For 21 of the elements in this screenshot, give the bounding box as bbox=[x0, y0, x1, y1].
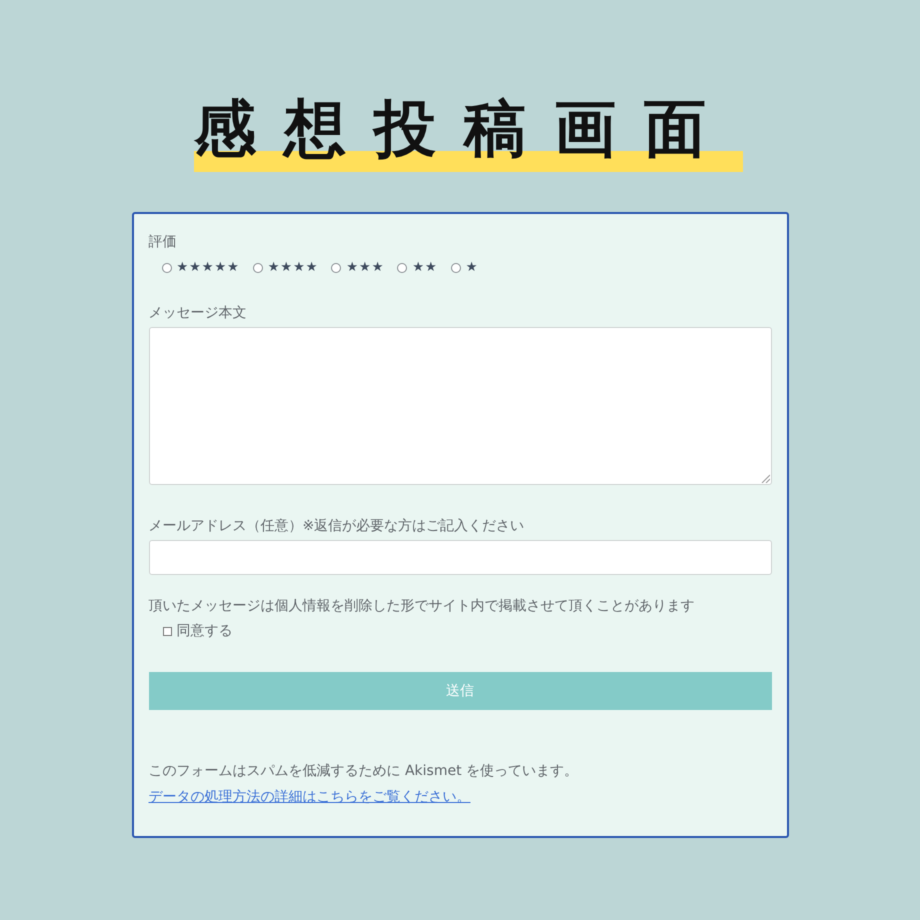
rating-label: 評価 bbox=[148, 233, 176, 251]
privacy-link[interactable]: データの処理方法の詳細はこちらをご覧ください。 bbox=[148, 789, 470, 805]
email-field[interactable] bbox=[148, 540, 772, 575]
star-option-label[interactable]: ★★★ bbox=[346, 259, 384, 277]
radio-button[interactable] bbox=[162, 263, 172, 273]
consent-notice: 頂いたメッセージは個人情報を削除した形でサイト内で掲載させて頂くことがあります bbox=[148, 597, 694, 615]
email-label: メールアドレス（任意）※返信が必要な方はご記入ください bbox=[148, 517, 524, 535]
star-option-label[interactable]: ★ bbox=[466, 259, 478, 277]
radio-button[interactable] bbox=[331, 263, 342, 273]
spam-notice: このフォームはスパムを低減するために Akismet を使っています。 データの処理方法の詳細はこちらをご覧ください。 bbox=[148, 762, 580, 807]
radio-button[interactable] bbox=[397, 263, 408, 273]
radio-button[interactable] bbox=[252, 263, 263, 273]
star-option-label[interactable]: ★★ bbox=[412, 259, 438, 277]
star-option-label[interactable]: ★★★★★ bbox=[176, 259, 240, 277]
resize-grip-icon[interactable] bbox=[760, 474, 770, 483]
message-field[interactable] bbox=[148, 327, 772, 485]
star-option-label[interactable]: ★★★★ bbox=[268, 259, 318, 277]
consent-checkbox[interactable] bbox=[162, 626, 172, 636]
radio-button[interactable] bbox=[450, 263, 461, 273]
message-label: メッセージ本文 bbox=[148, 304, 246, 322]
consent-label[interactable]: 同意する bbox=[176, 622, 232, 640]
